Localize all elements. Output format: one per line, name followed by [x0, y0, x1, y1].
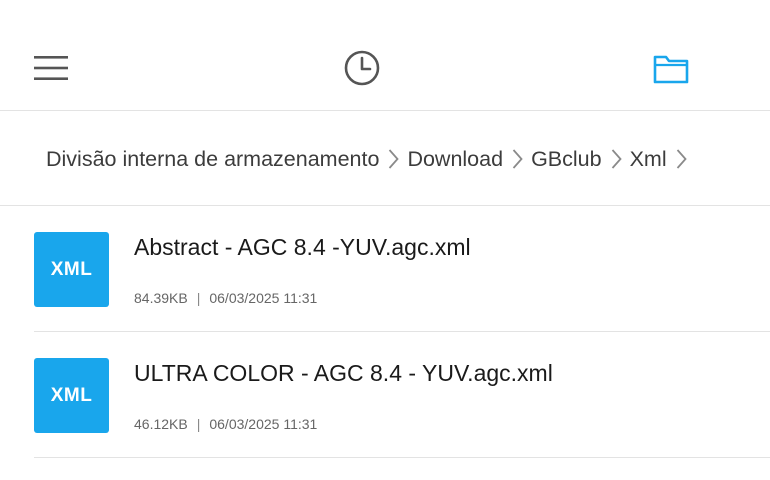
file-list: XML Abstract - AGC 8.4 -YUV.agc.xml 84.3…	[0, 206, 770, 458]
chevron-right-icon	[611, 148, 622, 170]
breadcrumb-item-gbclub[interactable]: GBclub	[531, 145, 602, 173]
chevron-right-icon	[388, 148, 400, 170]
xml-file-icon: XML	[34, 358, 109, 433]
chevron-right-icon	[676, 148, 687, 170]
chevron-right-icon	[512, 148, 523, 170]
breadcrumb: Divisão interna de armazenamento Downloa…	[0, 111, 770, 206]
folder-icon	[653, 55, 689, 84]
meta-separator: |	[196, 416, 201, 432]
breadcrumb-item-storage[interactable]: Divisão interna de armazenamento	[46, 145, 379, 173]
file-size: 84.39KB	[134, 290, 188, 306]
file-type-label: XML	[50, 384, 93, 406]
file-type-label: XML	[50, 258, 93, 280]
list-item[interactable]: XML Abstract - AGC 8.4 -YUV.agc.xml 84.3…	[0, 206, 770, 332]
hamburger-menu-icon	[34, 56, 68, 80]
file-name: ULTRA COLOR - AGC 8.4 - YUV.agc.xml	[134, 360, 553, 386]
file-meta: 84.39KB | 06/03/2025 11:31	[134, 290, 317, 306]
file-size: 46.12KB	[134, 416, 188, 432]
meta-separator: |	[196, 290, 201, 306]
clock-history-icon	[344, 50, 380, 86]
folder-button[interactable]	[647, 44, 695, 92]
history-button[interactable]	[338, 44, 386, 92]
top-toolbar	[0, 0, 770, 111]
list-item[interactable]: XML ULTRA COLOR - AGC 8.4 - YUV.agc.xml …	[0, 332, 770, 458]
file-meta: 46.12KB | 06/03/2025 11:31	[134, 416, 317, 432]
xml-file-icon: XML	[34, 232, 109, 307]
file-date: 06/03/2025 11:31	[209, 416, 318, 432]
file-name: Abstract - AGC 8.4 -YUV.agc.xml	[134, 234, 471, 260]
breadcrumb-item-xml[interactable]: Xml	[630, 145, 667, 173]
file-date: 06/03/2025 11:31	[209, 290, 318, 306]
menu-button[interactable]	[27, 44, 75, 92]
breadcrumb-item-download[interactable]: Download	[407, 145, 503, 173]
